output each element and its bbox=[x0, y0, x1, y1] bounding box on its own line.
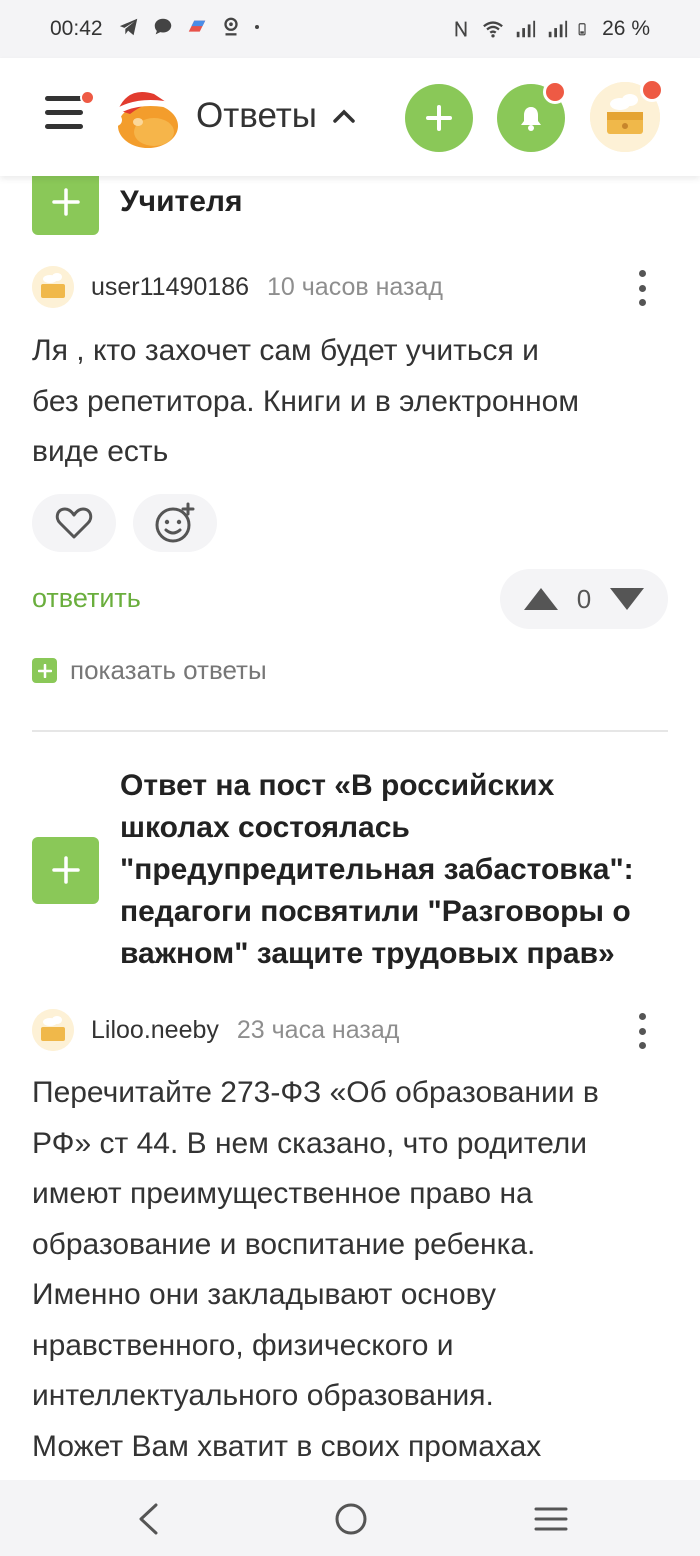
comment-text-line: Перечитайте 273-ФЗ «Об образовании в bbox=[32, 1076, 599, 1109]
upvote-icon[interactable] bbox=[522, 586, 560, 612]
location-icon bbox=[224, 17, 238, 36]
add-post-button[interactable] bbox=[405, 84, 473, 152]
comment-time: 10 часов назад bbox=[267, 272, 443, 301]
status-notification-icons bbox=[118, 16, 266, 38]
battery-percent: 26 % bbox=[602, 17, 650, 40]
comment-text-line: виде есть bbox=[32, 435, 169, 468]
reply-link[interactable]: ответить bbox=[32, 583, 141, 614]
downvote-icon[interactable] bbox=[608, 586, 646, 612]
home-icon[interactable] bbox=[334, 1502, 368, 1536]
expand-post-button[interactable] bbox=[32, 168, 99, 235]
chat-bubble-icon bbox=[154, 18, 172, 35]
post-title-line: Ответ на пост «В российских bbox=[120, 769, 555, 802]
add-reaction-button[interactable] bbox=[133, 494, 217, 552]
signal-icon-2 bbox=[548, 20, 568, 38]
comment-text-line: интеллектуального образования. bbox=[32, 1379, 494, 1412]
comment-meta: Liloo.neeby 23 часа назад bbox=[32, 1009, 399, 1051]
telegram-icon bbox=[119, 18, 138, 36]
post-title[interactable]: Учителя bbox=[120, 181, 242, 223]
header-title: Ответы bbox=[196, 96, 317, 135]
notifications-button[interactable] bbox=[497, 80, 567, 152]
post-header: Ответ на пост «В российских школах состо… bbox=[32, 765, 634, 975]
section-dropdown[interactable]: Ответы bbox=[196, 96, 355, 136]
plus-icon bbox=[51, 856, 80, 884]
expand-post-button[interactable] bbox=[32, 836, 99, 904]
plus-icon bbox=[51, 187, 80, 216]
notifications-dot bbox=[543, 80, 567, 104]
comment-username[interactable]: user11490186 bbox=[91, 273, 249, 302]
back-icon[interactable] bbox=[136, 1502, 160, 1536]
signal-icon bbox=[516, 20, 536, 38]
menu-notification-dot bbox=[80, 90, 95, 105]
pikabu-logo-icon[interactable] bbox=[108, 80, 182, 154]
comment-more-icon[interactable] bbox=[636, 270, 648, 306]
post-title-line: "предупредительная забастовка": bbox=[120, 853, 634, 886]
post-title-line: школах состоялась bbox=[120, 811, 410, 844]
wifi-icon bbox=[483, 21, 504, 38]
profile-avatar[interactable] bbox=[590, 78, 664, 152]
show-replies-label: показать ответы bbox=[70, 655, 267, 685]
vote-control: 0 bbox=[500, 569, 668, 629]
comment-text-line: имеют преимущественное право на bbox=[32, 1177, 533, 1210]
divider bbox=[32, 730, 668, 732]
menu-icon[interactable] bbox=[45, 96, 85, 136]
show-replies-link[interactable]: показать ответы bbox=[32, 655, 267, 686]
app-logo-icon bbox=[188, 20, 206, 32]
comment-text-line: без репетитора. Книги и в электронном bbox=[32, 384, 579, 418]
comment-text-line: Может Вам хватит в своих промахах bbox=[32, 1429, 542, 1463]
smile-plus-icon bbox=[155, 502, 195, 543]
profile-notification-dot bbox=[640, 78, 664, 102]
plus-icon bbox=[426, 105, 452, 131]
chevron-up-icon bbox=[333, 109, 355, 123]
comment-username[interactable]: Liloo.neeby bbox=[91, 1016, 219, 1045]
comment-text-line: Ля , кто захочет сам будет учиться и bbox=[32, 334, 539, 367]
battery-icon bbox=[578, 23, 586, 36]
comment-more-icon[interactable] bbox=[636, 1013, 648, 1049]
user-avatar[interactable] bbox=[32, 1009, 74, 1051]
comment-text: Перечитайте 273-ФЗ «Об образовании в РФ»… bbox=[32, 1068, 672, 1472]
bell-icon bbox=[521, 107, 541, 131]
post-title-line: педагоги посвятили "Разговоры о bbox=[120, 895, 631, 928]
post-header: Учителя bbox=[32, 168, 242, 235]
comment-text-line: РФ» ст 44. В нем сказано, что родители bbox=[32, 1126, 588, 1160]
system-nav-bar bbox=[0, 1480, 700, 1556]
status-bar: 00:42 26 % bbox=[0, 0, 700, 58]
user-avatar[interactable] bbox=[32, 266, 74, 308]
status-system-icons: 26 % bbox=[450, 17, 650, 41]
recents-icon[interactable] bbox=[534, 1502, 568, 1536]
app-header: Ответы bbox=[0, 58, 700, 176]
dot-icon bbox=[255, 25, 259, 29]
comment-text-line: Именно они закладывают основу bbox=[32, 1278, 496, 1311]
vote-count: 0 bbox=[576, 583, 592, 614]
heart-icon bbox=[55, 507, 93, 539]
nfc-icon bbox=[455, 21, 467, 37]
plus-small-icon bbox=[32, 658, 57, 683]
comment-text-line: нравственного, физического и bbox=[32, 1328, 454, 1362]
like-button[interactable] bbox=[32, 494, 116, 552]
comment-meta: user11490186 10 часов назад bbox=[32, 266, 443, 308]
comment-time: 23 часа назад bbox=[236, 1015, 400, 1044]
post-title-line: важном" защите трудовых прав» bbox=[120, 937, 615, 970]
comment-text: Ля , кто захочет сам будет учиться и без… bbox=[32, 326, 672, 478]
post-title[interactable]: Ответ на пост «В российских школах состо… bbox=[120, 765, 634, 975]
comment-text-line: образование и воспитание ребенка. bbox=[32, 1227, 536, 1261]
status-time: 00:42 bbox=[50, 17, 103, 40]
